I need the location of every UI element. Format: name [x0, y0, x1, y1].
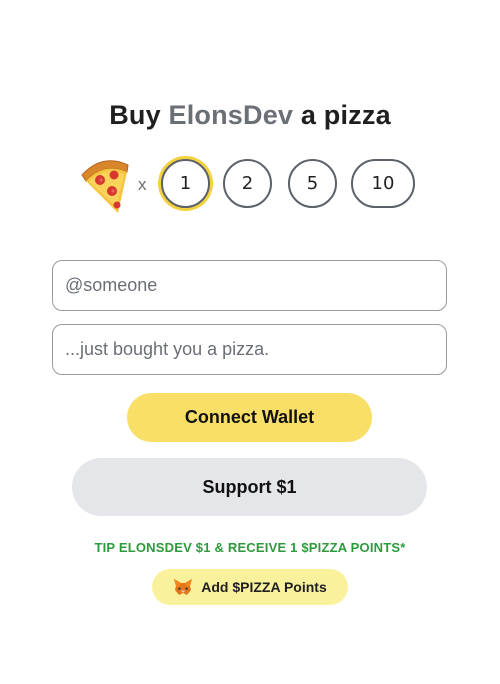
quantity-option-5[interactable]: 5	[288, 159, 337, 208]
quantity-option-10[interactable]: 10	[351, 159, 415, 208]
quantity-option-1[interactable]: 1	[161, 159, 210, 208]
name-input[interactable]	[52, 260, 447, 311]
tip-reward-text: TIP ELONSDEV $1 & RECEIVE 1 $PIZZA POINT…	[94, 540, 406, 555]
support-button[interactable]: Support $1	[72, 458, 427, 516]
title-prefix: Buy	[109, 100, 161, 131]
pizza-slice-icon	[81, 160, 129, 213]
page-title: Buy ElonsDev a pizza	[0, 100, 500, 131]
add-pizza-points-button[interactable]: Add $PIZZA Points	[152, 569, 348, 605]
creator-name: ElonsDev	[168, 100, 294, 131]
quantity-option-2[interactable]: 2	[223, 159, 272, 208]
title-suffix: a pizza	[300, 100, 391, 131]
connect-wallet-button[interactable]: Connect Wallet	[127, 393, 372, 442]
multiplier-sign: x	[138, 175, 147, 194]
add-pizza-points-label: Add $PIZZA Points	[201, 579, 327, 595]
metamask-fox-icon	[174, 579, 193, 595]
message-input[interactable]	[52, 324, 447, 375]
quantity-selector: x 1 2 5 10	[0, 155, 500, 215]
